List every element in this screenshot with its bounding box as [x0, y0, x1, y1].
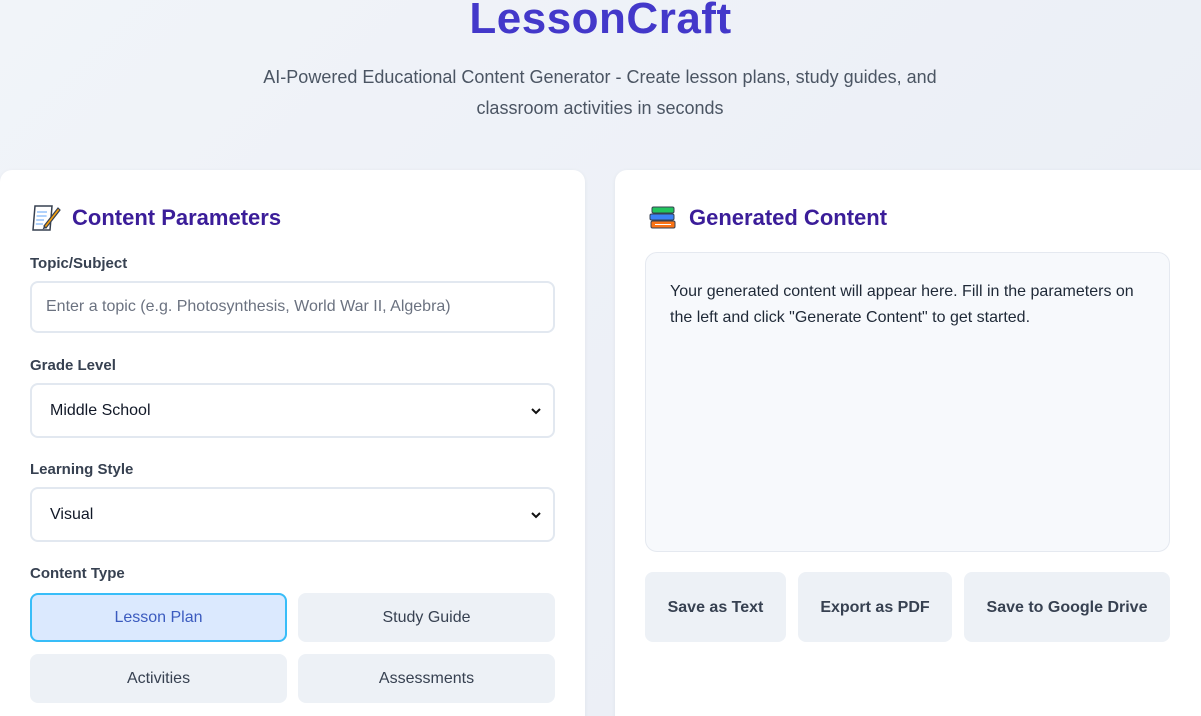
learning-style-label: Learning Style: [30, 461, 134, 478]
generated-title: Generated Content: [689, 205, 888, 230]
chevron-down-icon: [529, 508, 543, 522]
grade-level-value: Middle School: [50, 401, 151, 419]
grade-level-label: Grade Level: [30, 357, 116, 374]
export-pdf-button[interactable]: Export as PDF: [798, 572, 952, 642]
learning-style-value: Visual: [50, 505, 94, 523]
learning-style-select[interactable]: Visual: [30, 487, 555, 542]
parameters-title: Content Parameters: [72, 205, 282, 230]
generated-heading: Generated Content: [647, 202, 887, 234]
app-subtitle: AI-Powered Educational Content Generator…: [263, 67, 937, 118]
save-google-drive-button[interactable]: Save to Google Drive: [964, 572, 1170, 642]
content-type-lesson-plan[interactable]: Lesson Plan: [30, 593, 287, 642]
content-type-activities[interactable]: Activities: [30, 654, 287, 703]
app-title: LessonCraft: [469, 0, 732, 43]
parameters-heading: Content Parameters: [30, 202, 281, 234]
grade-level-select[interactable]: Middle School: [30, 383, 555, 438]
memo-icon: [30, 202, 62, 234]
content-parameters-panel: Content Parameters Topic/Subject Grade L…: [0, 170, 585, 716]
content-type-assessments[interactable]: Assessments: [298, 654, 555, 703]
books-icon: [647, 202, 679, 234]
generated-content-panel: Generated Content Your generated content…: [615, 170, 1201, 716]
save-as-text-button[interactable]: Save as Text: [645, 572, 786, 642]
topic-label: Topic/Subject: [30, 255, 128, 272]
content-type-label: Content Type: [30, 565, 125, 582]
topic-input[interactable]: [30, 281, 555, 333]
generated-output-area: Your generated content will appear here.…: [645, 252, 1170, 552]
chevron-down-icon: [529, 404, 543, 418]
content-type-study-guide[interactable]: Study Guide: [298, 593, 555, 642]
